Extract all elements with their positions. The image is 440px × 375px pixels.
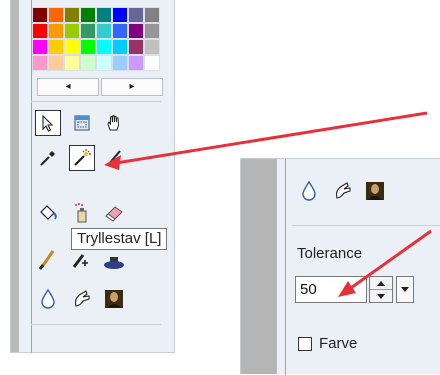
arrow-to-magic-wand (115, 111, 428, 165)
arrow-to-tolerance (347, 229, 432, 292)
annotation-arrows (104, 111, 432, 297)
arrow-head-icon (104, 155, 121, 170)
arrow-head-icon (338, 281, 356, 297)
